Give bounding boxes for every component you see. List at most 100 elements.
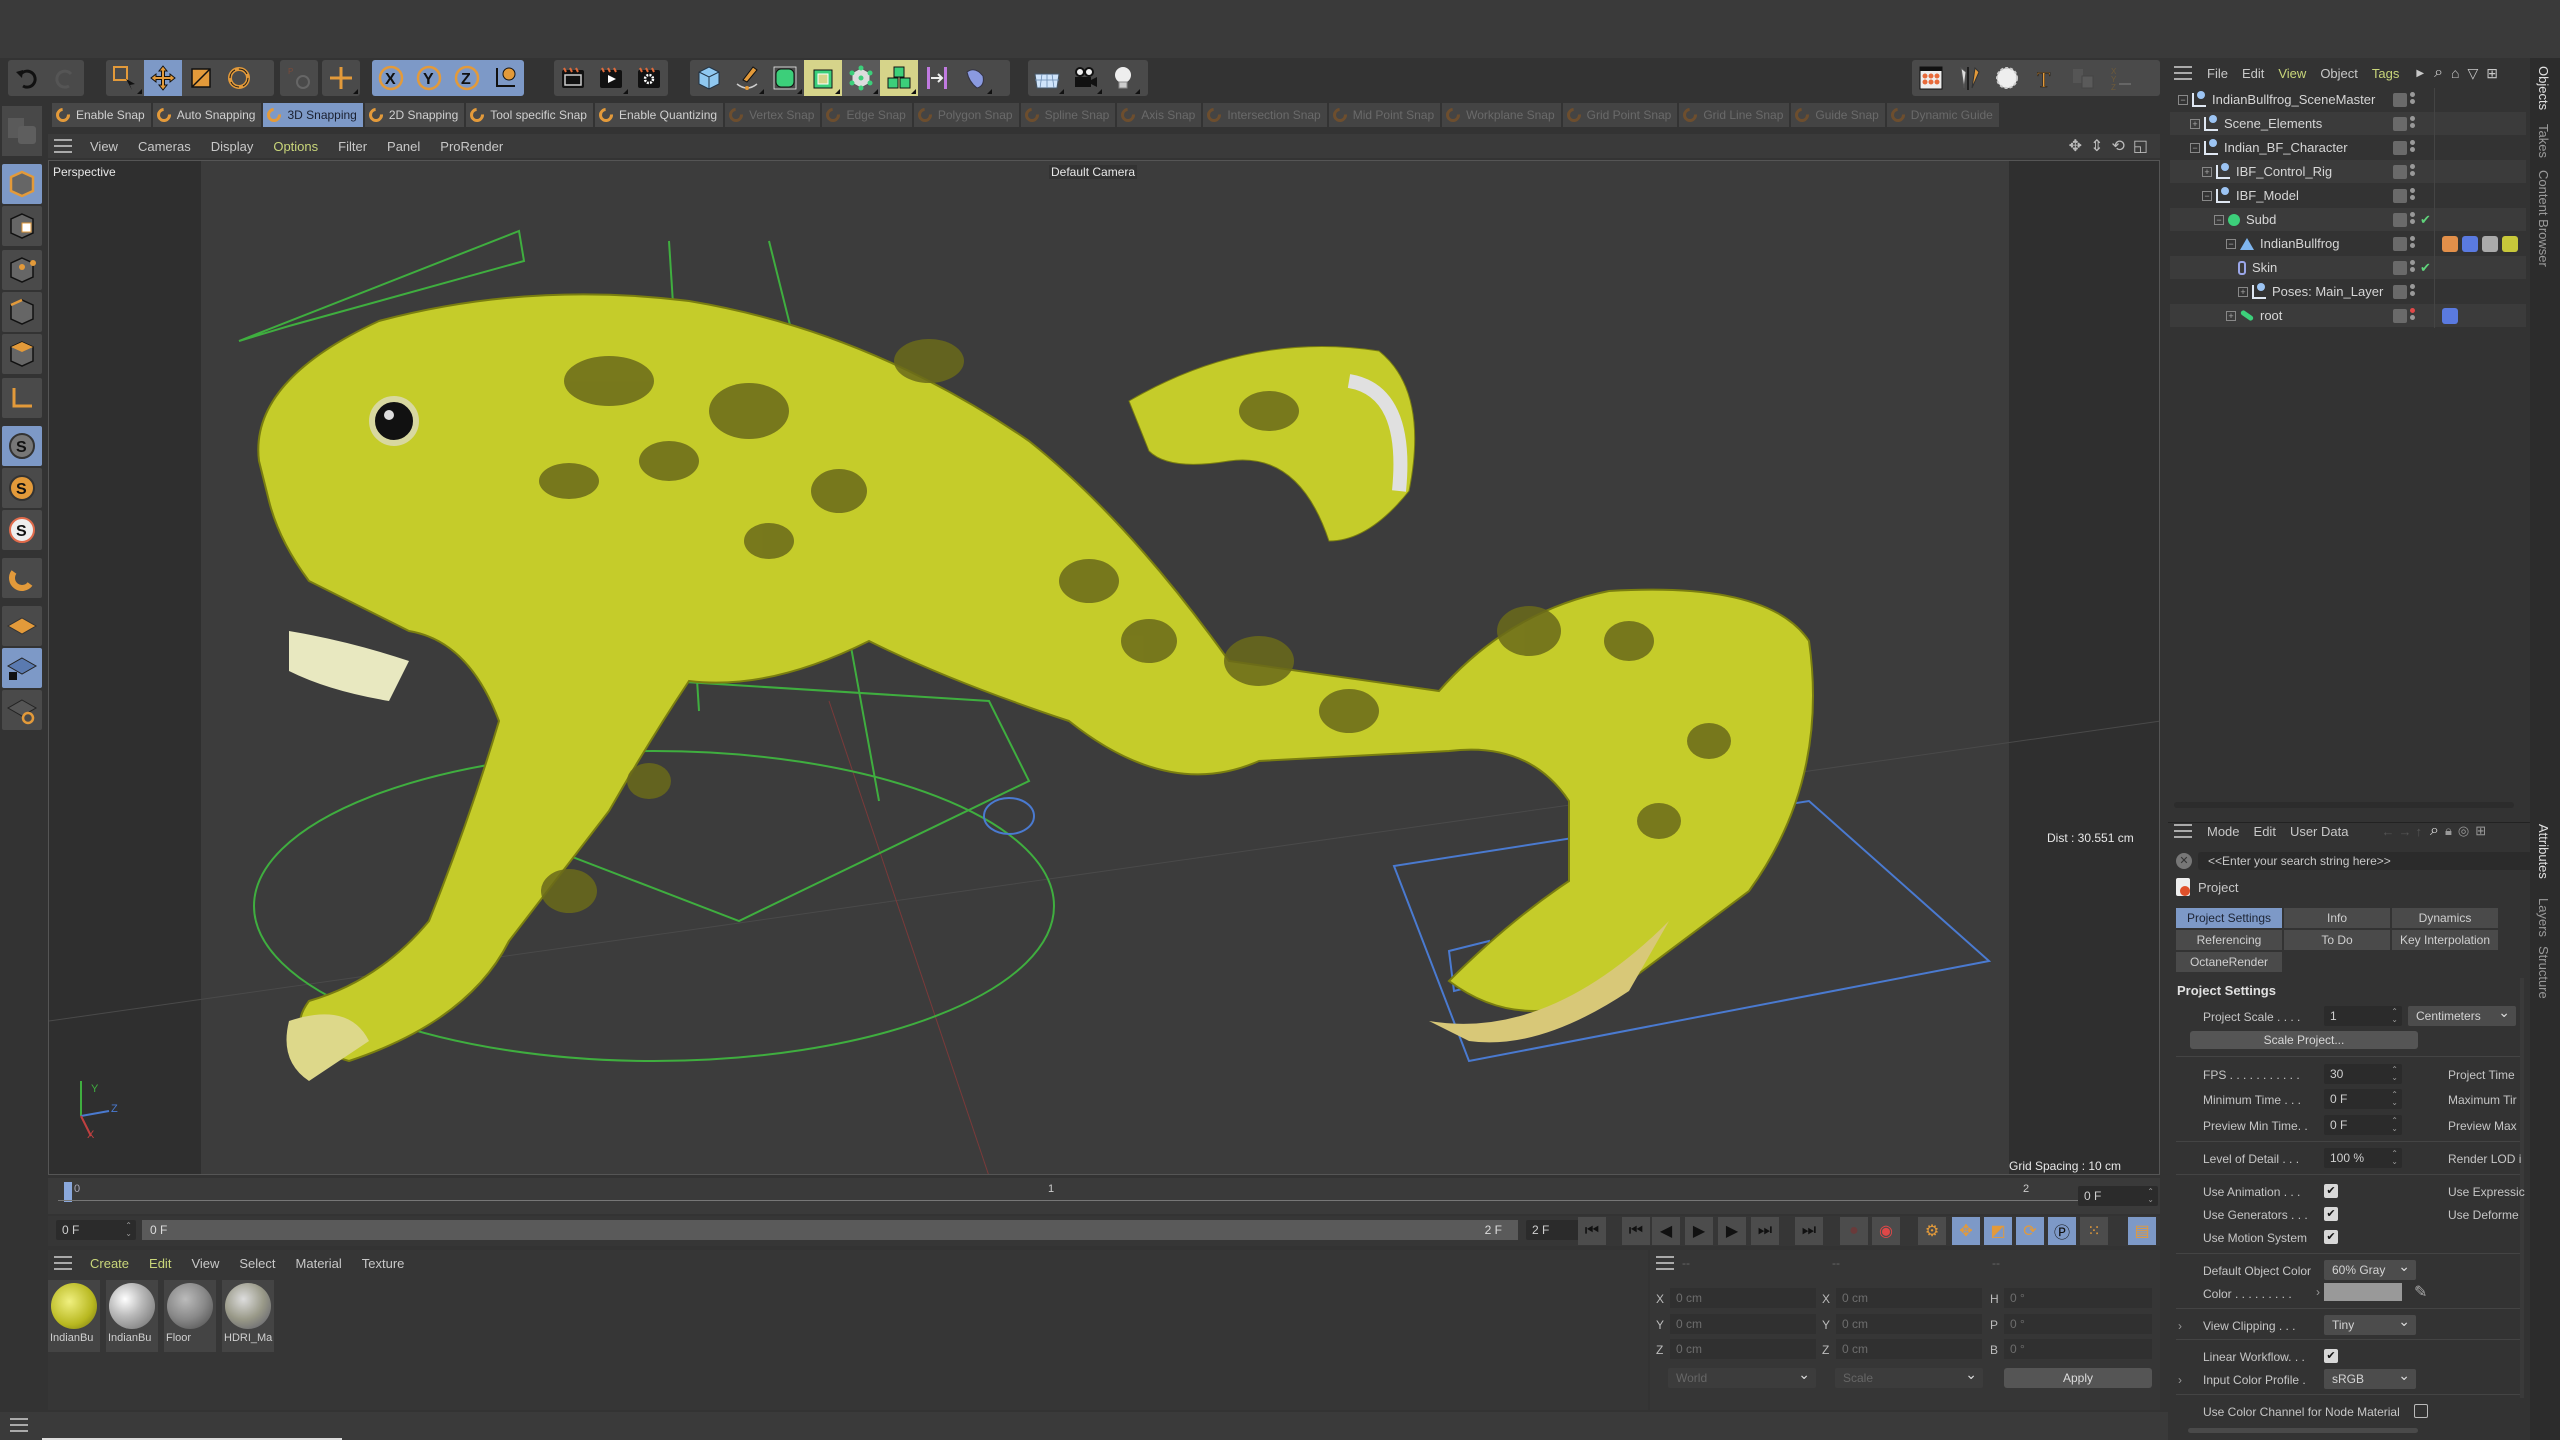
snap-option-edge-snap[interactable]: Edge Snap	[822, 103, 912, 127]
material-menu-select[interactable]: Select	[229, 1256, 285, 1271]
extrude-button[interactable]	[804, 60, 842, 96]
edges-mode-button[interactable]	[2, 292, 42, 332]
autokey-button[interactable]: ◉	[1872, 1217, 1900, 1245]
attr-menu-mode[interactable]: Mode	[2200, 824, 2247, 839]
step-back-button[interactable]: ◀	[1652, 1217, 1680, 1245]
snap-option-enable-snap[interactable]: Enable Snap	[52, 103, 151, 127]
side-tab-content-browser[interactable]: Content Browser	[2536, 170, 2551, 267]
attributes-hscroll[interactable]	[2188, 1428, 2418, 1433]
object-row[interactable]: + root	[2170, 304, 2526, 327]
side-tab-structure[interactable]: Structure	[2536, 946, 2551, 999]
status-menu-icon[interactable]	[10, 1418, 28, 1432]
tab-info[interactable]: Info	[2284, 908, 2390, 928]
texture-mode-button[interactable]	[2, 206, 42, 246]
current-frame-field[interactable]: 0 F ⌃ ⌄	[56, 1220, 136, 1240]
new-panel-icon[interactable]: ⊞	[2486, 65, 2498, 82]
timeline-ruler[interactable]: 0 1 2 0 F ⌃ ⌄	[48, 1178, 2160, 1214]
snap-option-mid-point-snap[interactable]: Mid Point Snap	[1328, 103, 1441, 127]
view-clipping-dropdown[interactable]: Tiny	[2324, 1313, 2416, 1335]
snap-option-workplane-snap[interactable]: Workplane Snap	[1442, 103, 1561, 127]
visibility-dots[interactable]	[2410, 211, 2416, 228]
subdivision-button[interactable]	[766, 60, 804, 96]
snap-option-tool-specific-snap[interactable]: Tool specific Snap	[466, 103, 593, 127]
size-x-field[interactable]: 0 cm	[1836, 1288, 1982, 1308]
generator-button[interactable]	[842, 60, 880, 96]
visibility-dots[interactable]	[2410, 115, 2416, 132]
edit-visibility-icon[interactable]	[2393, 116, 2407, 131]
key-parameter-button[interactable]: Ⓟ	[2048, 1217, 2076, 1245]
om-menu-view[interactable]: View	[2271, 66, 2313, 81]
use-generators-checkbox[interactable]: ✔	[2324, 1207, 2338, 1221]
attributes-menu-icon[interactable]	[2174, 824, 2192, 838]
playhead[interactable]	[64, 1182, 72, 1202]
linear-workflow-checkbox[interactable]: ✔	[2324, 1349, 2338, 1363]
snap-option-2d-snapping[interactable]: 2D Snapping	[364, 103, 465, 127]
solo-button[interactable]: S	[2, 426, 42, 466]
spline-button[interactable]	[1988, 60, 2026, 96]
material-swatch[interactable]: IndianBu	[48, 1280, 100, 1352]
position-x-field[interactable]: 0 cm	[1670, 1288, 1816, 1308]
viewport[interactable]: Perspective Default Camera Dist : 30.551…	[48, 160, 2160, 1175]
collapse-icon[interactable]: −	[2178, 94, 2188, 105]
go-to-end-button[interactable]: ⏭	[1795, 1217, 1823, 1245]
om-menu-tags[interactable]: Tags	[2365, 66, 2406, 81]
size-z-field[interactable]: 0 cm	[1836, 1339, 1982, 1359]
key-rotation-button[interactable]: ⟳	[2016, 1217, 2044, 1245]
edit-visibility-icon[interactable]	[2393, 260, 2407, 275]
object-tag-icon[interactable]	[2502, 235, 2518, 252]
viewport-menu-filter[interactable]: Filter	[328, 139, 377, 154]
object-row[interactable]: − IndianBullfrog	[2170, 232, 2526, 255]
viewport-menu-icon[interactable]	[54, 139, 72, 153]
material-swatch[interactable]: HDRI_Ma	[222, 1280, 274, 1352]
tab-referencing[interactable]: Referencing	[2176, 930, 2282, 950]
z-axis-lock-button[interactable]: Z	[448, 60, 486, 96]
object-row[interactable]: Skin ✔	[2170, 256, 2526, 279]
home-icon[interactable]: ⌂	[2451, 65, 2459, 81]
edit-visibility-icon[interactable]	[2393, 188, 2407, 203]
fps-field[interactable]: 30 ⌃ ⌄	[2324, 1064, 2402, 1084]
object-row[interactable]: + Poses: Main_Layer	[2170, 280, 2526, 303]
viewport-menu-prorender[interactable]: ProRender	[430, 139, 513, 154]
material-swatch[interactable]: Floor	[164, 1280, 216, 1352]
psr-reset-button[interactable]: P	[280, 60, 318, 96]
color-swatch[interactable]	[2324, 1283, 2402, 1301]
cloner-button[interactable]	[880, 60, 918, 96]
object-row[interactable]: + Scene_Elements	[2170, 112, 2526, 135]
key-pla-button[interactable]: ⁙	[2080, 1217, 2108, 1245]
enabled-check-icon[interactable]: ✔	[2420, 212, 2431, 228]
om-menu-file[interactable]: File	[2200, 66, 2235, 81]
object-tag-icon[interactable]	[2462, 235, 2478, 252]
solo-hierarchy-button[interactable]: S	[2, 468, 42, 508]
keyframe-selection-button[interactable]: ⚙	[1918, 1217, 1946, 1245]
snap-option-guide-snap[interactable]: Guide Snap	[1791, 103, 1885, 127]
x-axis-lock-button[interactable]: X	[372, 60, 410, 96]
object-tag-icon[interactable]	[2442, 307, 2458, 324]
rotation-b-field[interactable]: 0 °	[2004, 1339, 2152, 1359]
object-row[interactable]: − IBF_Model	[2170, 184, 2526, 207]
object-row[interactable]: − Subd ✔	[2170, 208, 2526, 231]
play-button[interactable]: ▶	[1685, 1217, 1713, 1245]
object-row[interactable]: + IBF_Control_Rig	[2170, 160, 2526, 183]
coordinate-system-button[interactable]	[486, 60, 524, 96]
material-menu-view[interactable]: View	[181, 1256, 229, 1271]
preview-min-field[interactable]: 0 F ⌃ ⌄	[2324, 1115, 2402, 1135]
snap-button[interactable]	[2, 558, 42, 598]
solo-off-button[interactable]: S	[2, 510, 42, 550]
cube-button[interactable]	[690, 60, 728, 96]
om-menu-edit[interactable]: Edit	[2235, 66, 2271, 81]
xyz-button[interactable]: XYZ	[2102, 60, 2140, 96]
tab-project-settings[interactable]: Project Settings	[2176, 908, 2282, 928]
project-scale-field[interactable]: 1 ⌃ ⌄	[2324, 1006, 2402, 1026]
up-arrow-icon[interactable]: ↑	[2415, 824, 2422, 839]
field-button[interactable]	[956, 60, 994, 96]
om-menu-object[interactable]: Object	[2313, 66, 2365, 81]
collapse-icon[interactable]: −	[2226, 238, 2236, 249]
visibility-dots[interactable]	[2410, 91, 2416, 108]
text-button[interactable]: T	[2026, 60, 2064, 96]
rotation-p-field[interactable]: 0 °	[2004, 1314, 2152, 1334]
material-menu-edit[interactable]: Edit	[139, 1256, 181, 1271]
snap-option-vertex-snap[interactable]: Vertex Snap	[725, 103, 821, 127]
target-icon[interactable]: ◎	[2458, 823, 2469, 839]
viewport-menu-cameras[interactable]: Cameras	[128, 139, 201, 154]
default-color-dropdown[interactable]: 60% Gray	[2324, 1258, 2416, 1280]
